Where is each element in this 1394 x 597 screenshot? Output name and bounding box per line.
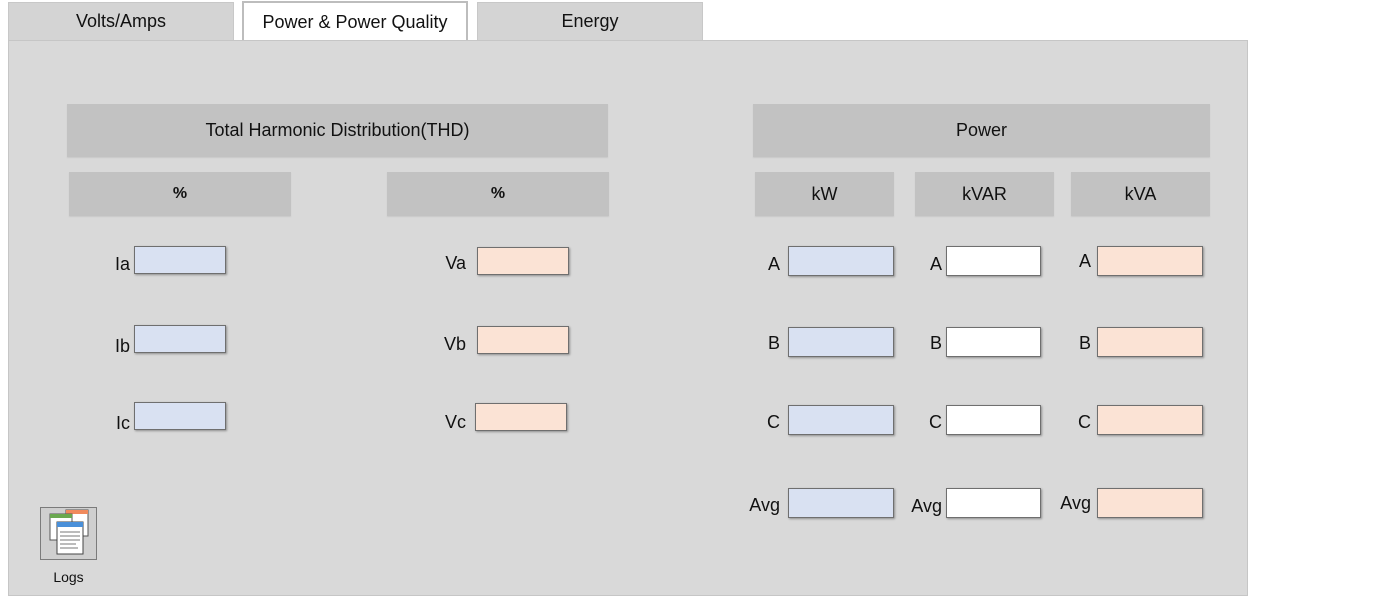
kw-label-b: B [767,333,780,353]
kva-label-c: C [1078,412,1091,432]
kvar-label-b: B [929,333,942,353]
kw-a-field [788,246,894,276]
kvar-b-field [946,327,1041,357]
kw-header: kW [755,172,894,216]
label-ic: Ic [115,413,130,433]
kvar-label-c: C [929,412,942,432]
label-ia: Ia [114,254,130,274]
thd-vb-field [477,326,569,354]
kva-label-b: B [1078,333,1091,353]
logs-label: Logs [53,569,84,585]
kvar-a-field [946,246,1041,276]
kw-label-c: C [767,412,780,432]
kva-avg-field [1097,488,1203,518]
kva-b-field [1097,327,1203,357]
thd-ia-field [134,246,226,274]
label-vb: Vb [443,334,466,354]
kw-label-avg: Avg [749,495,780,515]
logs-icon [49,509,89,555]
power-header: Power [753,104,1210,157]
thd-voltage-unit-header: % [387,172,609,216]
thd-ib-field [134,325,226,353]
kw-c-field [788,405,894,435]
kw-b-field [788,327,894,357]
tab-energy[interactable]: Energy [477,2,703,40]
kva-label-a: A [1078,251,1091,271]
thd-vc-field [475,403,567,431]
kvar-avg-field [946,488,1041,518]
logs-button[interactable] [40,507,97,560]
thd-ic-field [134,402,226,430]
label-vc: Vc [444,412,466,432]
kvar-header: kVAR [915,172,1054,216]
kvar-label-avg: Avg [911,496,942,516]
kvar-label-a: A [929,254,942,274]
kvar-c-field [946,405,1041,435]
thd-header: Total Harmonic Distribution(THD) [67,104,608,157]
kva-a-field [1097,246,1203,276]
kw-avg-field [788,488,894,518]
kw-label-a: A [767,254,780,274]
thd-current-unit-header: % [69,172,291,216]
kva-c-field [1097,405,1203,435]
label-va: Va [445,253,466,273]
tab-power-quality[interactable]: Power & Power Quality [242,1,468,41]
thd-va-field [477,247,569,275]
label-ib: Ib [114,336,130,356]
tab-volts-amps[interactable]: Volts/Amps [8,2,234,40]
kva-header: kVA [1071,172,1210,216]
kva-label-avg: Avg [1060,493,1091,513]
